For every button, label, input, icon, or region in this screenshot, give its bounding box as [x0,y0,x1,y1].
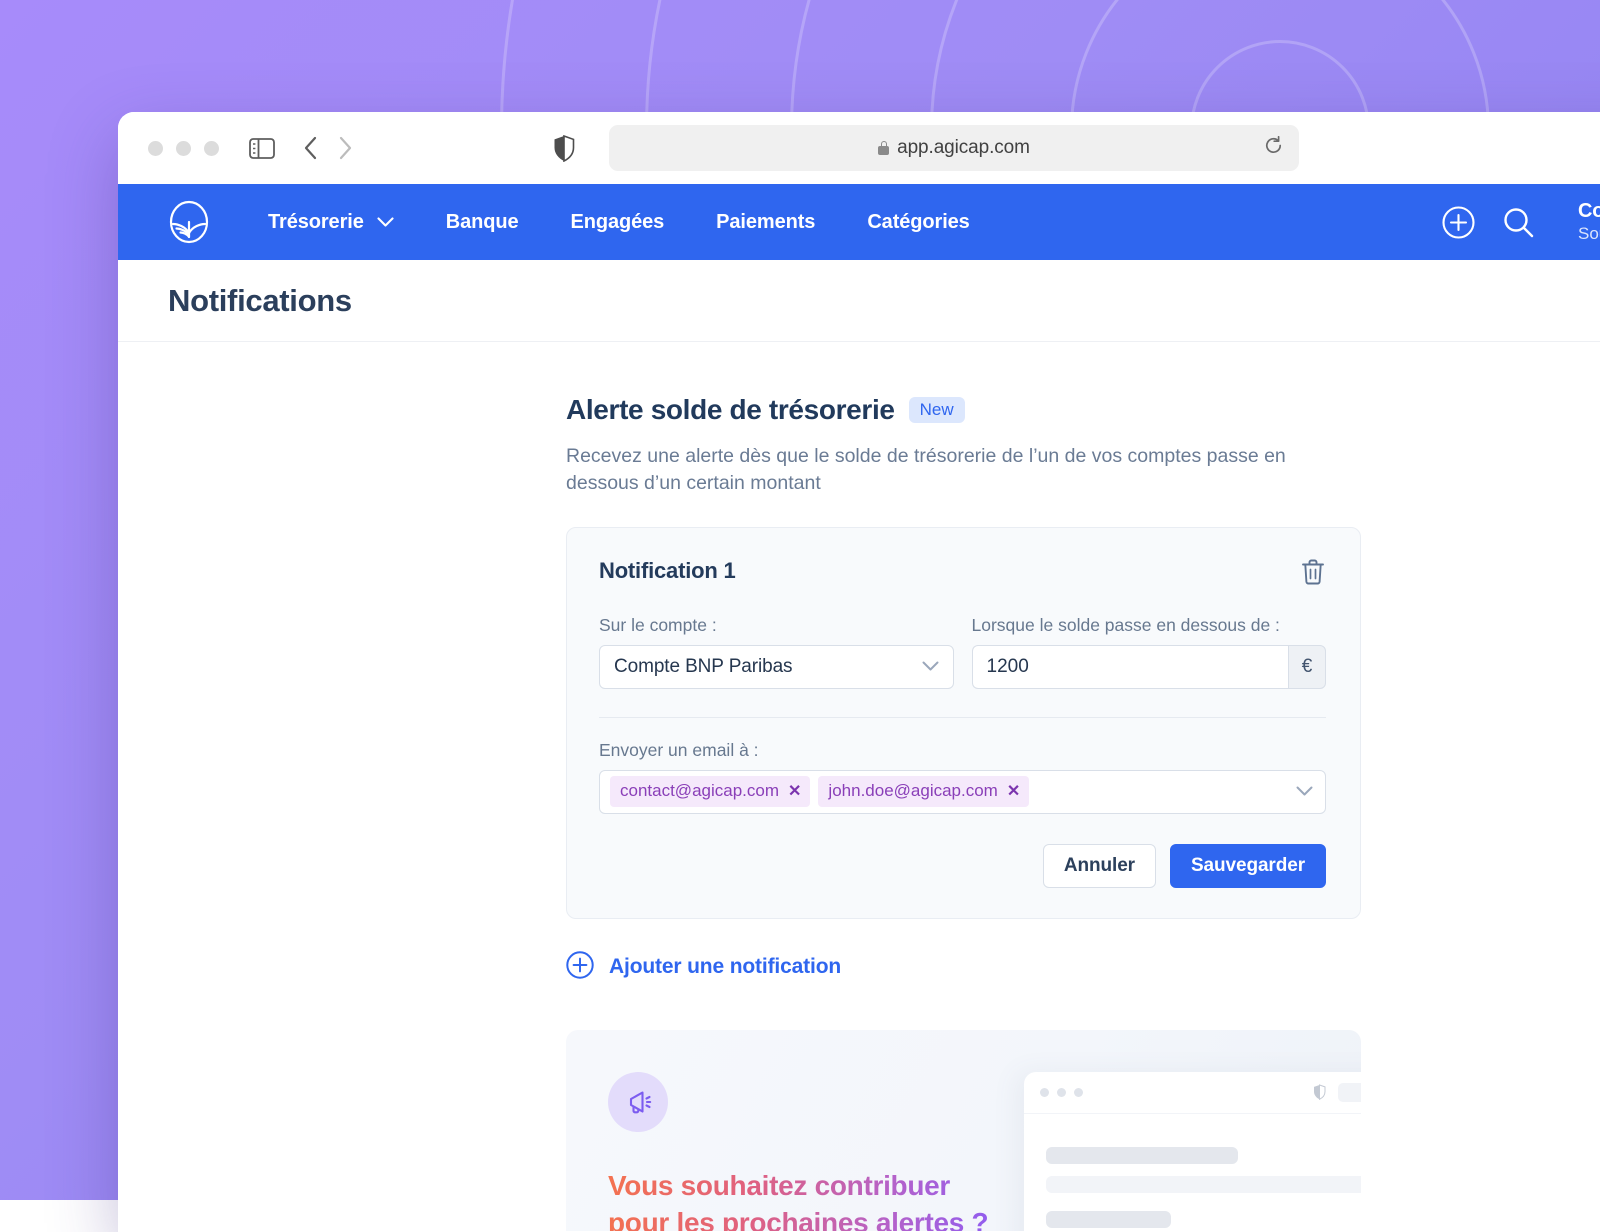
notification-card-header: Notification 1 [599,558,1326,591]
mockup-body [1024,1114,1361,1228]
promo-browser-mockup [1024,1072,1361,1231]
notification-fields-row: Sur le compte : Compte BNP Paribas Lorsq… [599,615,1326,689]
megaphone-icon [608,1072,668,1132]
nav-item-label: Banque [446,211,519,234]
nav-links: Trésorerie Banque Engagées Paiements Cat… [242,211,996,234]
plus-circle-icon[interactable] [1442,206,1475,239]
nav-item-tresorerie[interactable]: Trésorerie [242,211,420,234]
nav-item-label: Engagées [570,211,664,234]
agicap-logo[interactable] [166,199,212,245]
email-tag-label: john.doe@agicap.com [828,781,997,801]
account-select-value: Compte BNP Paribas [614,656,922,678]
emails-tag-input[interactable]: contact@agicap.com ✕ john.doe@agicap.com… [599,770,1326,814]
mockup-chrome [1024,1072,1361,1114]
email-tag[interactable]: contact@agicap.com ✕ [610,776,810,807]
mockup-address-bar [1338,1083,1361,1102]
browser-chrome: app.agicap.com [118,112,1600,184]
account-field-label: Sur le compte : [599,615,954,636]
threshold-field: Lorsque le solde passe en dessous de : € [972,615,1327,689]
nav-item-label: Paiements [716,211,815,234]
mockup-placeholder-bar [1046,1211,1171,1228]
shield-privacy-icon[interactable] [553,135,575,162]
chevron-down-icon[interactable] [1296,786,1313,797]
card-divider [599,717,1326,718]
mockup-traffic-lights [1040,1088,1083,1097]
company-subscribe-label: Souscrire [1578,224,1600,245]
page-content: Alerte solde de trésorerie New Recevez u… [118,342,1600,1231]
forward-arrow-icon[interactable] [339,136,353,160]
account-select[interactable]: Compte BNP Paribas [599,645,954,689]
url-text: app.agicap.com [897,137,1030,159]
company-account-block[interactable]: Compa Souscrire [1578,199,1600,244]
nav-item-engagees[interactable]: Engagées [544,211,690,234]
reload-icon[interactable] [1264,136,1283,160]
email-tag-label: contact@agicap.com [620,781,779,801]
close-icon[interactable]: ✕ [1007,781,1020,801]
section-description: Recevez une alerte dès que le solde de t… [566,443,1306,497]
sidebar-toggle-icon[interactable] [249,138,275,159]
back-arrow-icon[interactable] [303,136,317,160]
plus-circle-icon [566,951,594,984]
company-name: Compa [1578,199,1600,223]
threshold-field-label: Lorsque le solde passe en dessous de : [972,615,1327,636]
address-bar[interactable]: app.agicap.com [609,125,1299,171]
currency-suffix[interactable]: € [1288,645,1326,689]
app-navigation-bar: Trésorerie Banque Engagées Paiements Cat… [118,184,1600,260]
mockup-placeholder-bar [1046,1147,1238,1164]
browser-window: app.agicap.com Trésorerie [118,112,1600,1232]
minimize-window-button[interactable] [176,141,191,156]
promo-title: Vous souhaitez contribuer pour les proch… [608,1168,1008,1231]
shield-privacy-icon [1313,1084,1326,1100]
account-field: Sur le compte : Compte BNP Paribas [599,615,954,689]
chevron-down-icon [377,217,394,228]
content-column: Alerte solde de trésorerie New Recevez u… [566,394,1361,1231]
page-title: Notifications [168,283,352,319]
section-title: Alerte solde de trésorerie [566,394,895,426]
mockup-placeholder-bar [1046,1176,1361,1193]
threshold-input[interactable] [972,645,1289,689]
nav-item-paiements[interactable]: Paiements [690,211,841,234]
emails-field-label: Envoyer un email à : [599,740,1326,761]
card-actions: Annuler Sauvegarder [599,844,1326,888]
close-icon[interactable]: ✕ [788,781,801,801]
section-heading-row: Alerte solde de trésorerie New [566,394,1361,426]
notification-card: Notification 1 Sur le compte : [566,527,1361,919]
chevron-down-icon [922,661,939,672]
trash-icon[interactable] [1300,558,1326,591]
nav-item-banque[interactable]: Banque [420,211,545,234]
nav-item-categories[interactable]: Catégories [841,211,995,234]
search-icon[interactable] [1503,207,1534,238]
promo-card: Vous souhaitez contribuer pour les proch… [566,1030,1361,1231]
page-header: Notifications [118,260,1600,342]
cancel-button[interactable]: Annuler [1043,844,1156,888]
email-tag[interactable]: john.doe@agicap.com ✕ [818,776,1029,807]
add-notification-button[interactable]: Ajouter une notification [566,951,841,984]
maximize-window-button[interactable] [204,141,219,156]
lock-icon [878,141,889,155]
window-traffic-lights[interactable] [148,141,219,156]
status-badge: New [909,397,965,423]
close-window-button[interactable] [148,141,163,156]
save-button[interactable]: Sauvegarder [1170,844,1326,888]
nav-item-label: Trésorerie [268,211,364,234]
nav-item-label: Catégories [867,211,969,234]
nav-right-actions: Compa Souscrire [1442,184,1600,260]
add-notification-label: Ajouter une notification [609,955,841,979]
notification-title: Notification 1 [599,558,736,584]
